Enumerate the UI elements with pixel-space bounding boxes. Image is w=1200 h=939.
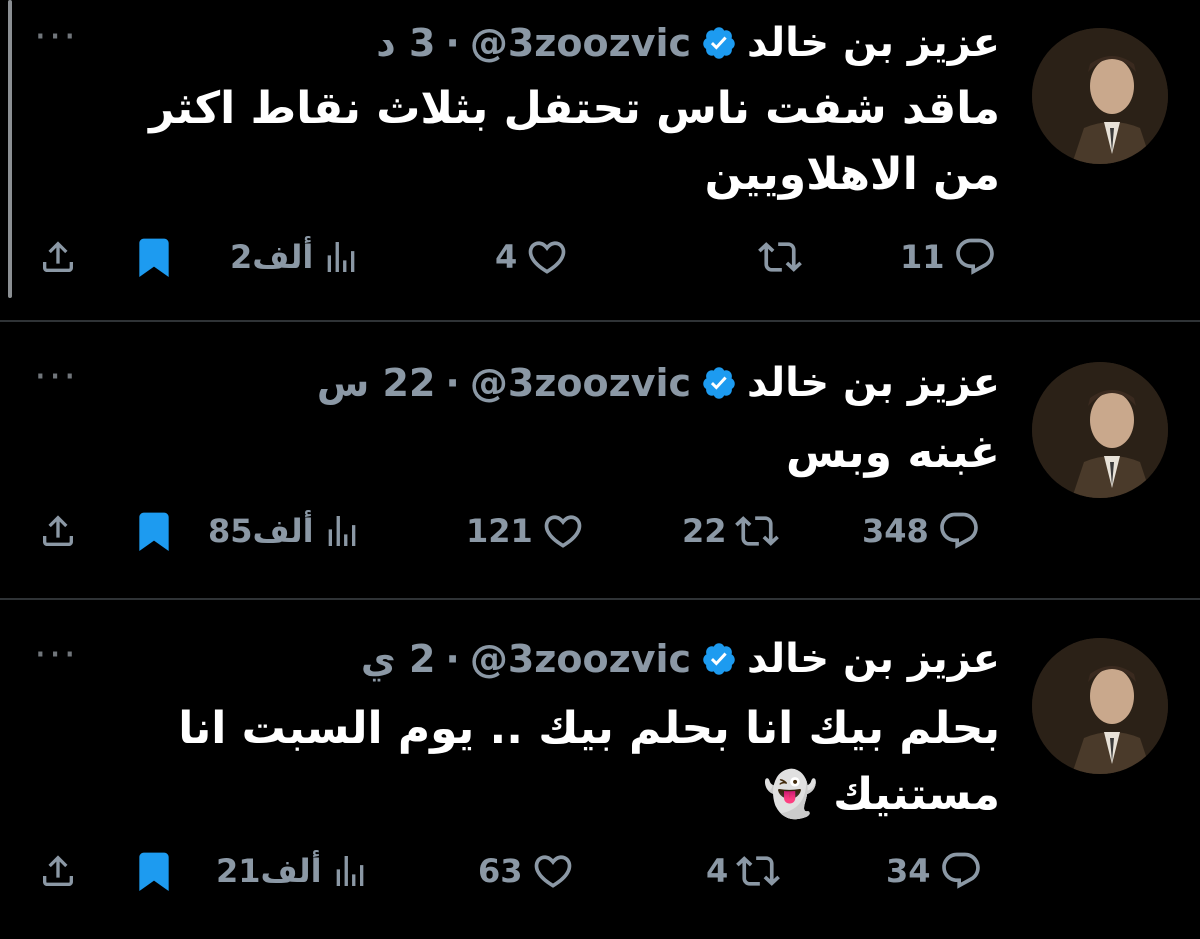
share-icon: [43, 855, 73, 886]
views-icon: [328, 516, 355, 546]
tweet[interactable]: عزيز بن خالد @3zoozvic · 22 س ··· غبنه و…: [0, 322, 1200, 600]
reply-icon: [955, 238, 994, 275]
more-icon[interactable]: ···: [34, 17, 78, 57]
reply-button[interactable]: 11: [900, 232, 997, 282]
views-button[interactable]: 21ألف: [216, 846, 370, 896]
bookmark-icon: [139, 512, 169, 552]
bookmark-button[interactable]: [132, 846, 176, 896]
verified-badge-icon: [701, 365, 737, 401]
more-icon[interactable]: ···: [34, 357, 78, 397]
bookmark-icon: [139, 238, 169, 278]
avatar[interactable]: [1032, 28, 1168, 164]
views-count: 2ألف: [230, 238, 314, 276]
retweet-icon: [758, 242, 802, 272]
separator-dot: ·: [445, 361, 460, 405]
retweet-icon: [736, 856, 781, 886]
tweet-text: ماقد شفت ناس تحتفل بثلاث نقاط اكثر من ال…: [149, 83, 1000, 200]
author-handle[interactable]: @3zoozvic: [470, 21, 691, 65]
like-button[interactable]: 4: [495, 232, 569, 282]
heart-icon: [544, 515, 582, 548]
share-icon: [43, 241, 73, 272]
share-button[interactable]: [38, 232, 78, 282]
like-count: 63: [478, 852, 523, 890]
views-count: 85ألف: [208, 512, 314, 550]
avatar-image: [1032, 362, 1168, 498]
views-button[interactable]: 2ألف: [230, 232, 361, 282]
retweet-button[interactable]: 4: [706, 846, 781, 896]
reply-count: 348: [862, 512, 929, 550]
timestamp[interactable]: 2 ي: [361, 637, 436, 681]
heart-icon: [534, 855, 571, 888]
tweet-text: غبنه وبس: [785, 427, 1000, 478]
separator-dot: ·: [445, 21, 460, 65]
share-button[interactable]: [38, 846, 78, 896]
author-handle[interactable]: @3zoozvic: [470, 637, 691, 681]
retweet-count: 4: [706, 852, 729, 890]
verified-badge-icon: [701, 641, 737, 677]
like-count: 4: [495, 238, 518, 276]
bookmark-button[interactable]: [132, 232, 176, 282]
reply-button[interactable]: 348: [862, 506, 981, 556]
views-count: 21ألف: [216, 852, 322, 890]
share-icon: [43, 515, 73, 546]
bookmark-button[interactable]: [132, 506, 176, 556]
like-button[interactable]: 121: [466, 506, 585, 556]
reply-button[interactable]: 34: [886, 846, 983, 896]
timestamp[interactable]: 22 س: [317, 361, 436, 405]
tweet-text: بحلم بيك انا بحلم بيك .. يوم السبت انا م…: [178, 703, 1000, 820]
author-handle[interactable]: @3zoozvic: [470, 361, 691, 405]
retweet-button[interactable]: [750, 232, 802, 282]
tweet[interactable]: عزيز بن خالد @3zoozvic · 2 ي ··· بحلم بي…: [0, 600, 1200, 939]
retweet-button[interactable]: 22: [682, 506, 779, 556]
more-icon[interactable]: ···: [34, 635, 78, 675]
views-button[interactable]: 85ألف: [208, 506, 362, 556]
reply-count: 11: [900, 238, 945, 276]
verified-badge-icon: [701, 25, 737, 61]
separator-dot: ·: [445, 637, 460, 681]
timestamp[interactable]: 3 د: [376, 21, 435, 65]
views-icon: [336, 856, 363, 886]
heart-icon: [528, 241, 566, 274]
reply-icon: [940, 512, 978, 549]
tweet-actions: 21ألف 63 4 34: [30, 846, 1000, 896]
retweet-icon: [734, 516, 779, 546]
author-name[interactable]: عزيز بن خالد: [747, 360, 1000, 406]
like-count: 121: [466, 512, 533, 550]
bookmark-icon: [139, 852, 169, 892]
author-name[interactable]: عزيز بن خالد: [747, 20, 1000, 66]
avatar-image: [1032, 638, 1168, 774]
avatar-image: [1032, 28, 1168, 164]
tweet-actions: 85ألف 121 22 348: [30, 506, 1000, 556]
views-icon: [328, 242, 355, 272]
reply-icon: [941, 852, 980, 889]
retweet-count: 22: [682, 512, 727, 550]
author-name[interactable]: عزيز بن خالد: [747, 636, 1000, 682]
like-button[interactable]: 63: [478, 846, 575, 896]
avatar[interactable]: [1032, 638, 1168, 774]
avatar[interactable]: [1032, 362, 1168, 498]
tweet-actions: 2ألف 4 11: [30, 232, 1000, 282]
reply-count: 34: [886, 852, 931, 890]
share-button[interactable]: [38, 506, 78, 556]
tweet[interactable]: عزيز بن خالد @3zoozvic · 3 د ··· ماقد شف…: [0, 0, 1200, 322]
